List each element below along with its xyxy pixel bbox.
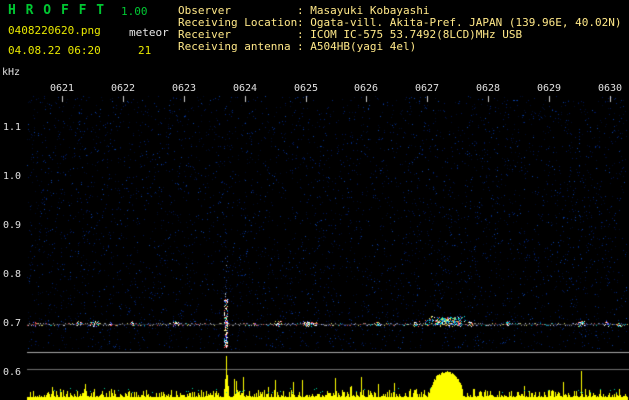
- x-tick-0623: 0623: [171, 83, 197, 94]
- app-title: H R O F F T: [8, 3, 106, 18]
- x-tick-0622: 0622: [110, 83, 136, 94]
- y-tick-1.1: 1.1: [3, 122, 22, 133]
- station-info-value: : A504HB(yagi 4el): [297, 40, 417, 53]
- x-tick-0630: 0630: [597, 83, 623, 94]
- station-info-block: Observer: Masayuki Kobayashi Receiving Lo…: [178, 5, 622, 53]
- x-tick-0627: 0627: [414, 83, 440, 94]
- station-info-row: Receiving antenna : A504HB(yagi 4el): [178, 41, 622, 53]
- y-tick-1.0: 1.0: [3, 171, 22, 182]
- hrofft-window: H R O F F T 1.00 0408220620.png meteor 0…: [0, 0, 629, 400]
- x-tick-0626: 0626: [353, 83, 379, 94]
- spectrogram-canvas: [0, 0, 629, 400]
- x-tick-0625: 0625: [293, 83, 319, 94]
- mode-label: meteor: [129, 26, 169, 39]
- y-tick-0.9: 0.9: [3, 220, 22, 231]
- x-tick-0624: 0624: [232, 83, 258, 94]
- output-filename: 0408220620.png: [8, 24, 101, 37]
- x-tick-0628: 0628: [475, 83, 501, 94]
- observation-datetime: 04.08.22 06:20: [8, 44, 101, 57]
- y-tick-0.6: 0.6: [3, 367, 22, 378]
- x-tick-0621: 0621: [49, 83, 75, 94]
- station-info-label: Receiving antenna: [178, 40, 291, 53]
- app-version: 1.00: [121, 5, 148, 18]
- y-tick-0.7: 0.7: [3, 318, 22, 329]
- y-tick-0.8: 0.8: [3, 269, 22, 280]
- y-axis-unit-label: kHz: [2, 67, 21, 78]
- meteor-count: 21: [138, 44, 152, 57]
- x-tick-0629: 0629: [536, 83, 562, 94]
